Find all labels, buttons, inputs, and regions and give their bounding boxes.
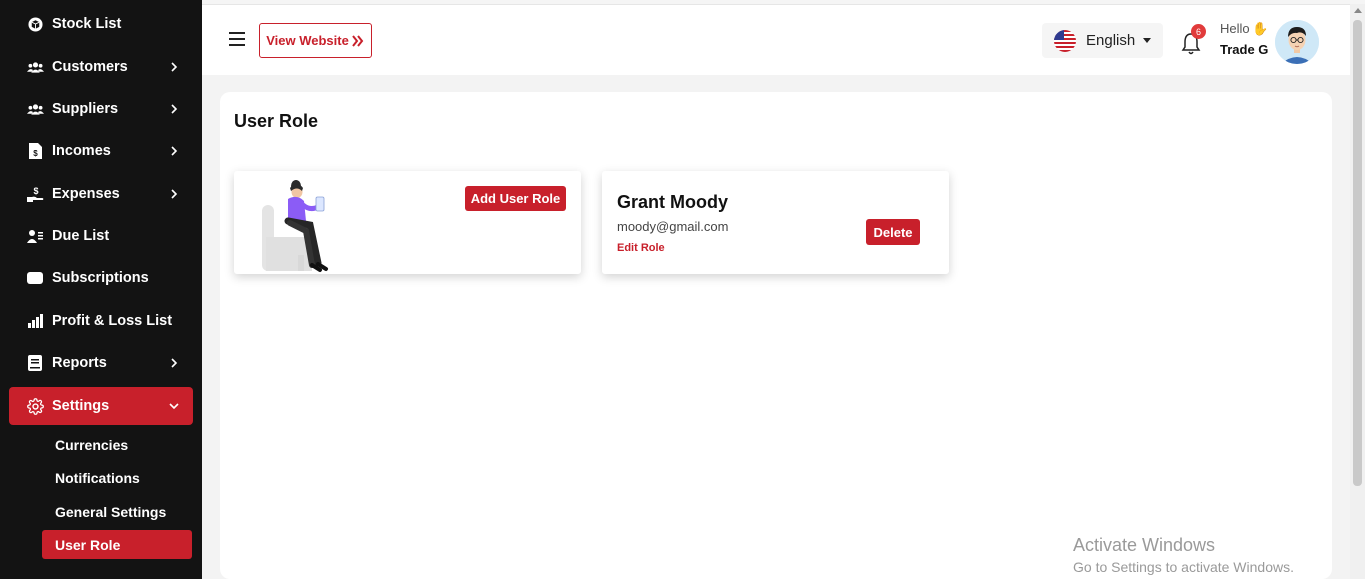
sidebar: Stock List Customers Suppliers $ Incomes… bbox=[0, 0, 202, 579]
scrollbar[interactable] bbox=[1350, 4, 1365, 579]
hand-money-icon: $ bbox=[26, 185, 44, 203]
sidebar-item-label: Suppliers bbox=[52, 101, 119, 117]
chevron-right-icon bbox=[171, 146, 178, 156]
language-label: English bbox=[1086, 32, 1136, 49]
invoice-icon: $ bbox=[26, 142, 44, 160]
sidebar-item-label: Reports bbox=[52, 355, 107, 371]
card-icon bbox=[26, 269, 44, 287]
role-email: moody@gmail.com bbox=[617, 219, 729, 234]
edit-role-link[interactable]: Edit Role bbox=[617, 242, 665, 254]
role-card: Grant Moody moody@gmail.com Edit Role De… bbox=[602, 171, 949, 274]
sidebar-item-label: Expenses bbox=[52, 186, 120, 202]
gear-icon bbox=[26, 397, 44, 415]
sidebar-subitem-general-settings[interactable]: General Settings bbox=[42, 497, 192, 526]
double-chevron-right-icon bbox=[352, 34, 364, 47]
activate-windows-subtitle: Go to Settings to activate Windows. bbox=[1073, 559, 1294, 575]
sidebar-item-stock-list[interactable]: Stock List bbox=[9, 5, 193, 43]
us-flag-icon bbox=[1054, 29, 1076, 52]
svg-text:$: $ bbox=[33, 149, 38, 158]
sidebar-item-incomes[interactable]: $ Incomes bbox=[9, 132, 193, 170]
sidebar-item-settings[interactable]: Settings bbox=[9, 387, 193, 425]
sidebar-item-profit-loss[interactable]: Profit & Loss List bbox=[9, 302, 193, 340]
sidebar-item-label: Profit & Loss List bbox=[52, 313, 173, 329]
sidebar-subitem-user-role[interactable]: User Role bbox=[42, 530, 192, 559]
scroll-up-arrow-icon[interactable] bbox=[1354, 8, 1362, 13]
chevron-right-icon bbox=[171, 189, 178, 199]
sidebar-item-label: Subscriptions bbox=[52, 270, 149, 286]
main-content: User Role Add User Role Grant Moody mood… bbox=[220, 92, 1332, 579]
caret-down-icon bbox=[1143, 38, 1152, 43]
chevron-right-icon bbox=[171, 62, 178, 72]
sidebar-item-label: Incomes bbox=[52, 143, 111, 159]
woman-reading-illustration bbox=[262, 180, 328, 272]
sidebar-item-expenses[interactable]: $ Expenses bbox=[9, 175, 193, 213]
add-role-card: Add User Role bbox=[234, 171, 581, 274]
chevron-right-icon bbox=[171, 104, 178, 114]
chevron-down-icon bbox=[169, 403, 179, 410]
notification-badge: 6 bbox=[1191, 24, 1206, 39]
top-header: View Website English 6 Hello ✋ Trade G bbox=[202, 4, 1350, 75]
sidebar-item-label: Due List bbox=[52, 228, 110, 244]
book-icon bbox=[26, 354, 44, 372]
sidebar-subitem-currencies[interactable]: Currencies bbox=[42, 430, 192, 459]
sidebar-item-subscriptions[interactable]: Subscriptions bbox=[9, 259, 193, 297]
users-icon bbox=[26, 100, 44, 118]
svg-text:$: $ bbox=[33, 186, 38, 196]
sidebar-subitem-notifications[interactable]: Notifications bbox=[42, 463, 192, 492]
avatar[interactable] bbox=[1275, 20, 1319, 64]
sidebar-item-due-list[interactable]: Due List bbox=[9, 217, 193, 255]
view-website-button[interactable]: View Website bbox=[259, 23, 372, 58]
delete-button[interactable]: Delete bbox=[866, 219, 920, 245]
page-title: User Role bbox=[234, 111, 319, 131]
wave-hand-icon: ✋ bbox=[1252, 21, 1269, 36]
add-user-role-button[interactable]: Add User Role bbox=[465, 186, 566, 211]
user-list-icon bbox=[26, 227, 44, 245]
role-name: Grant Moody bbox=[617, 192, 728, 212]
sidebar-item-suppliers[interactable]: Suppliers bbox=[9, 90, 193, 128]
scroll-thumb[interactable] bbox=[1353, 20, 1362, 486]
chevron-right-icon bbox=[171, 358, 178, 368]
sidebar-item-label: Customers bbox=[52, 59, 128, 75]
sidebar-item-reports[interactable]: Reports bbox=[9, 344, 193, 382]
bar-chart-icon bbox=[26, 312, 44, 330]
box-icon bbox=[26, 15, 44, 33]
hamburger-menu-icon[interactable] bbox=[229, 32, 245, 46]
sidebar-item-label: Settings bbox=[52, 398, 110, 414]
sidebar-item-label: Stock List bbox=[52, 16, 122, 32]
greeting: Hello bbox=[1220, 21, 1250, 36]
user-name: Trade G bbox=[1220, 42, 1269, 57]
users-icon bbox=[26, 58, 44, 76]
activate-windows-title: Activate Windows bbox=[1073, 535, 1216, 555]
language-selector[interactable]: English bbox=[1042, 23, 1163, 58]
sidebar-item-customers[interactable]: Customers bbox=[9, 48, 193, 86]
